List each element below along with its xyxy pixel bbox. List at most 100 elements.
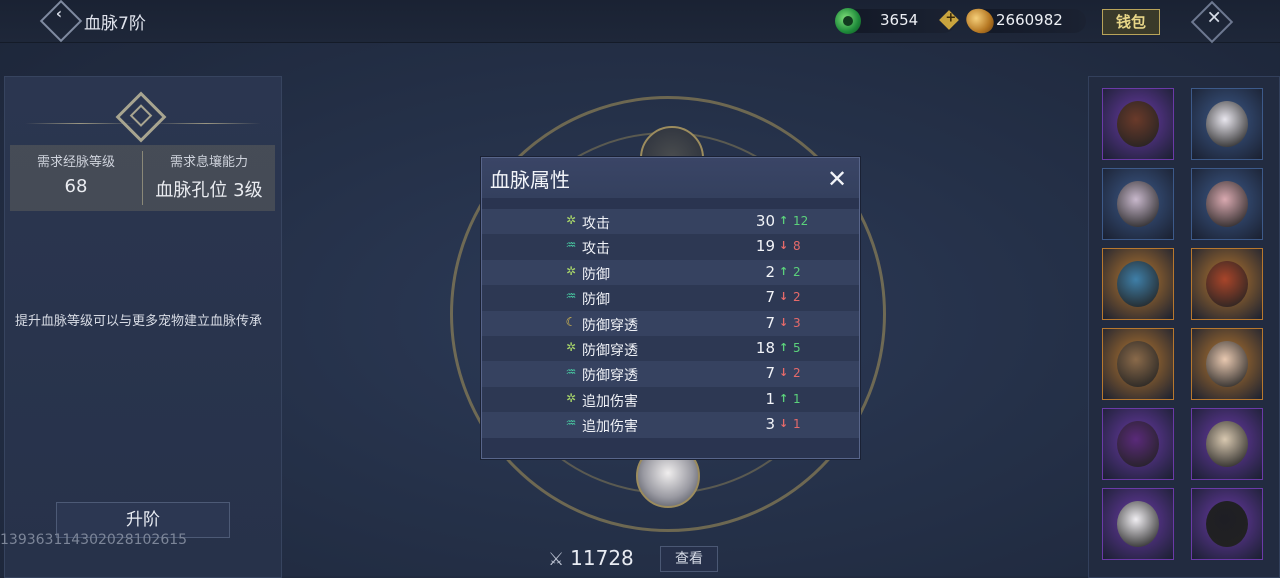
pet-face-icon [1117, 341, 1159, 387]
dialog-title: 血脉属性 [490, 168, 570, 192]
leaf-icon: ✲ [565, 390, 577, 405]
attribute-row: ✲ 攻击 30 ↑ 12 [482, 209, 859, 235]
attribute-label: 防御穿透 [582, 317, 638, 334]
moon-icon: ☾ [565, 314, 577, 329]
arrow-up-icon: ↑ [779, 264, 789, 278]
attribute-delta: 3 [793, 315, 801, 330]
attribute-delta: 2 [793, 366, 801, 381]
attribute-label: 防御穿透 [582, 368, 638, 385]
attribute-value: 19 [755, 237, 775, 256]
pet-face-icon [1206, 341, 1248, 387]
dialog-header: 血脉属性 ✕ [482, 158, 859, 198]
close-icon[interactable]: ✕ [827, 165, 847, 193]
description-text: 提升血脉等级可以与更多宠物建立血脉传承 [15, 314, 263, 329]
attribute-delta: 8 [793, 239, 801, 254]
arrow-down-icon: ↓ [779, 315, 789, 329]
pet-face-icon [1206, 181, 1248, 227]
arrow-down-icon: ↓ [779, 239, 789, 253]
req-value: 68 [64, 176, 88, 197]
attribute-label: 追加伤害 [582, 393, 638, 410]
bloodline-attributes-dialog: 血脉属性 ✕ ✲ 攻击 30 ↑ 12 ♒ 攻击 19 ↓ 8 ✲ 防御 2 ↑ 2 ♒ 防御 7 ↓ 2 ☾ 防御穿透 7… [481, 157, 860, 459]
white-fluff-portrait[interactable] [1102, 488, 1174, 560]
pet-face-icon [1117, 421, 1159, 467]
req-soil: 需求息壤能力 血脉孔位 3级 [143, 145, 275, 211]
dark-warrior-portrait[interactable] [1102, 88, 1174, 160]
doll-portrait[interactable] [1191, 328, 1263, 400]
req-meridian: 需求经脉等级 68 [10, 145, 142, 211]
requirements-panel: 需求经脉等级 68 需求息壤能力 血脉孔位 3级 提升血脉等级可以与更多宠物建立… [4, 76, 282, 578]
pink-dragon-portrait[interactable] [1102, 168, 1174, 240]
attribute-delta: 12 [793, 214, 809, 228]
attribute-label: 防御 [582, 266, 610, 283]
jade-currency: 3654 + [835, 8, 959, 34]
attribute-value: 7 [765, 313, 775, 332]
requirements-box: 需求经脉等级 68 需求息壤能力 血脉孔位 3级 [10, 145, 275, 211]
leaf-icon: ✲ [565, 263, 577, 278]
attribute-row: ♒ 攻击 19 ↓ 8 [482, 234, 859, 260]
attribute-value: 18 [755, 338, 775, 357]
mantis-portrait[interactable] [1102, 328, 1174, 400]
pet-face-icon [1206, 501, 1248, 547]
leaf-icon: ✲ [565, 339, 577, 354]
pet-face-icon [1206, 101, 1248, 147]
black-ox-portrait[interactable] [1191, 488, 1263, 560]
red-crab-portrait[interactable] [1191, 248, 1263, 320]
pet-face-icon [1117, 181, 1159, 227]
attribute-row: ✲ 防御 2 ↑ 2 [482, 259, 859, 286]
close-button[interactable]: ✕ [1190, 0, 1234, 44]
divider [151, 123, 261, 124]
attribute-delta: 1 [793, 391, 801, 406]
purple-beast-portrait[interactable] [1102, 408, 1174, 480]
back-button[interactable]: ‹ [39, 0, 83, 43]
attribute-delta: 2 [793, 290, 801, 305]
attribute-label: 防御 [582, 292, 610, 309]
combat-power: ⚔ 11728 [548, 546, 634, 570]
gold-currency: 2660982 [963, 4, 1086, 38]
pet-list [1088, 76, 1280, 578]
attribute-row: ✲ 追加伤害 1 ↑ 1 [482, 386, 859, 413]
water-icon: ♒ [565, 365, 577, 380]
crossed-swords-icon: ⚔ [548, 549, 565, 570]
attribute-value: 7 [765, 364, 775, 383]
attribute-label: 攻击 [582, 216, 610, 232]
attribute-delta: 5 [793, 340, 801, 355]
add-jade-button[interactable]: + [939, 10, 959, 30]
wallet-button[interactable]: 钱包 [1102, 9, 1160, 35]
pet-face-icon [1117, 101, 1159, 147]
divider [25, 123, 135, 124]
attribute-list: ✲ 攻击 30 ↑ 12 ♒ 攻击 19 ↓ 8 ✲ 防御 2 ↑ 2 ♒ 防御 7 ↓ 2 ☾ 防御穿透 7 ↓ 3 ✲ 防御穿透… [482, 209, 859, 438]
arrow-down-icon: ↓ [779, 366, 789, 380]
pet-face-icon [1206, 421, 1248, 467]
attribute-delta: 2 [793, 264, 801, 279]
white-bunny-portrait[interactable] [1191, 88, 1263, 160]
pet-face-icon [1117, 261, 1159, 307]
pet-face-icon [1117, 501, 1159, 547]
water-icon: ♒ [565, 416, 577, 431]
attribute-row: ♒ 防御穿透 7 ↓ 2 [482, 361, 859, 387]
attribute-row: ✲ 防御穿透 18 ↑ 5 [482, 335, 859, 362]
attribute-row: ♒ 防御 7 ↓ 2 [482, 285, 859, 311]
attribute-value: 7 [765, 288, 775, 307]
emblem-icon [115, 91, 167, 143]
water-icon: ♒ [565, 238, 577, 253]
chevron-left-icon: ‹ [55, 4, 63, 23]
view-button[interactable]: 查看 [660, 546, 718, 572]
attribute-label: 防御穿透 [582, 342, 638, 359]
attribute-value: 3 [765, 415, 775, 434]
page-title: 血脉7阶 [84, 14, 146, 34]
blue-scorpion-portrait[interactable] [1102, 248, 1174, 320]
req-value: 血脉孔位 3级 [155, 180, 263, 201]
gold-coin-icon [963, 4, 997, 38]
pink-fox-portrait[interactable] [1191, 168, 1263, 240]
attribute-row: ♒ 追加伤害 3 ↓ 1 [482, 412, 859, 438]
top-bar: ‹ 血脉7阶 3654 + 2660982 钱包 ✕ [0, 0, 1280, 44]
attribute-delta: 1 [793, 417, 801, 432]
watermark-text: 13936311430202810261​5 [0, 532, 188, 548]
attribute-label: 攻击 [582, 241, 610, 258]
gold-amount: 2660982 [996, 11, 1063, 29]
attribute-value: 2 [765, 262, 775, 281]
arrow-up-icon: ↑ [779, 214, 789, 227]
attribute-row: ☾ 防御穿透 7 ↓ 3 [482, 310, 859, 336]
tiger-portrait[interactable] [1191, 408, 1263, 480]
req-label: 需求息壤能力 [169, 155, 248, 170]
